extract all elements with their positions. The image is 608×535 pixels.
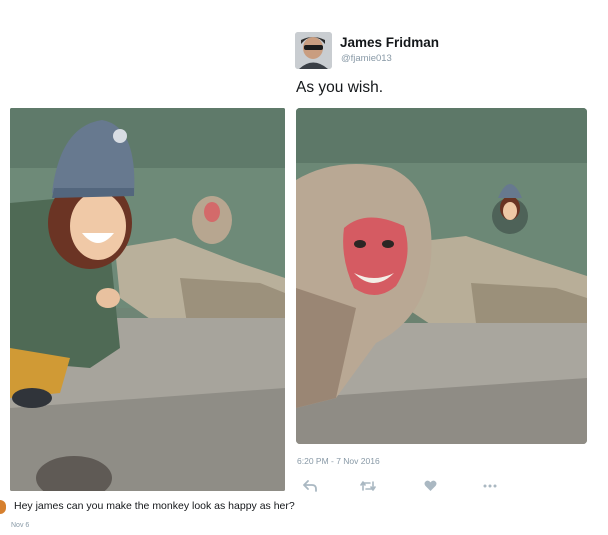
author-avatar[interactable]: [295, 32, 332, 69]
edited-photo-illustration: [296, 108, 587, 444]
reply-timestamp[interactable]: 6:20 PM - 7 Nov 2016: [297, 456, 380, 466]
request-text: Hey james can you make the monkey look a…: [14, 500, 295, 512]
author-handle[interactable]: @fjamie013: [341, 53, 392, 64]
request-date: Nov 6: [11, 522, 30, 529]
reply-text: As you wish.: [296, 79, 384, 96]
reply-icon[interactable]: [302, 478, 318, 494]
tweet-actions: [296, 478, 587, 494]
original-photo-illustration: [10, 108, 285, 491]
retweet-icon[interactable]: [360, 478, 376, 494]
edited-photo[interactable]: [296, 108, 587, 444]
author-avatar-image: [295, 32, 332, 69]
more-icon[interactable]: [482, 478, 498, 494]
author-name[interactable]: James Fridman: [340, 35, 439, 50]
original-photo[interactable]: [10, 108, 285, 491]
like-icon[interactable]: [422, 478, 438, 494]
